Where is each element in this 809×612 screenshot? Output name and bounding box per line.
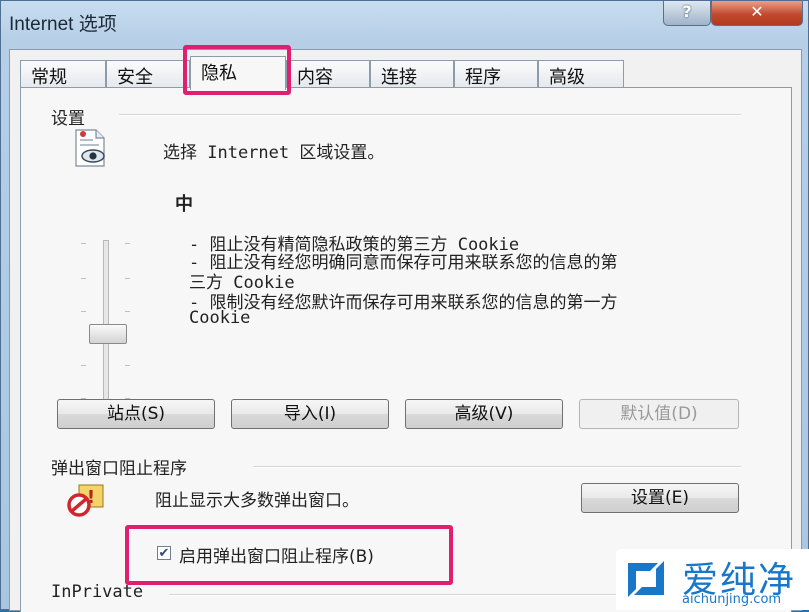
privacy-level-slider-thumb[interactable] — [89, 324, 127, 344]
zone-instruction-text: 选择 Internet 区域设置。 — [163, 143, 385, 163]
slider-tick — [81, 365, 86, 366]
advanced-button[interactable]: 高级(V) — [405, 399, 563, 429]
popup-blocker-icon: ! — [67, 484, 104, 517]
watermark-logo-icon — [628, 561, 664, 597]
inprivate-group-label: InPrivate — [51, 582, 144, 602]
popup-group-divider — [253, 466, 741, 468]
slider-tick — [125, 365, 130, 366]
slider-tick — [125, 278, 130, 279]
popup-blocker-group-label: 弹出窗口阻止程序 — [51, 459, 187, 479]
sites-button[interactable]: 站点(S) — [57, 399, 215, 429]
privacy-tab-highlight — [183, 45, 291, 95]
tab-programs[interactable]: 程序 — [454, 60, 538, 88]
settings-group-label: 设置 — [51, 109, 85, 129]
watermark-badge: 爱纯净 aichunjing.com — [616, 549, 809, 610]
popup-settings-button[interactable]: 设置(E) — [581, 483, 739, 513]
help-button[interactable]: ? — [663, 1, 711, 26]
settings-group-divider — [119, 114, 741, 116]
slider-tick — [125, 243, 130, 244]
tab-connections[interactable]: 连接 — [370, 60, 454, 88]
level-description-line: Cookie — [189, 308, 251, 328]
close-button[interactable]: ✕ — [711, 1, 803, 26]
popup-description-text: 阻止显示大多数弹出窗口。 — [155, 491, 359, 511]
slider-tick — [81, 243, 86, 244]
privacy-level-title: 中 — [175, 194, 193, 215]
tab-advanced[interactable]: 高级 — [538, 60, 624, 88]
privacy-document-icon — [75, 129, 105, 167]
window-title: Internet 选项 — [9, 14, 117, 35]
tab-security[interactable]: 安全 — [106, 60, 190, 88]
watermark-url: aichunjing.com — [682, 592, 782, 607]
slider-tick — [125, 311, 130, 312]
level-description-line: - 限制没有经您默许而保存可用来联系您的信息的第一方 — [189, 293, 618, 313]
slider-tick — [81, 311, 86, 312]
tab-content[interactable]: 内容 — [286, 60, 370, 88]
slider-tick — [81, 278, 86, 279]
default-button[interactable]: 默认值(D) — [579, 399, 739, 429]
title-bar[interactable]: Internet 选项 ? ✕ — [1, 1, 808, 41]
tab-general[interactable]: 常规 — [20, 60, 106, 88]
checkbox-highlight — [125, 525, 453, 585]
import-button[interactable]: 导入(I) — [231, 399, 389, 429]
internet-options-window: Internet 选项 ? ✕ 常规 安全 隐私 内容 连接 程序 高级 设置 — [0, 0, 809, 612]
